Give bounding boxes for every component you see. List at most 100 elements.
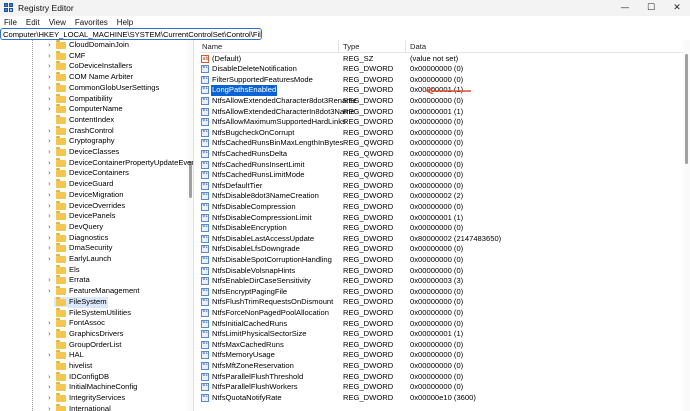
tree-item[interactable]: › DeviceGuard <box>0 179 185 190</box>
maximize-button[interactable]: ☐ <box>638 0 664 16</box>
column-header-data[interactable]: Data <box>410 42 426 51</box>
tree-item[interactable]: › DevicePanels <box>0 211 185 222</box>
chevron-right-icon[interactable]: › <box>48 127 51 135</box>
column-header-name[interactable]: Name <box>202 42 222 51</box>
tree-item[interactable]: › Cryptography <box>0 136 185 147</box>
value-row[interactable]: 0110NtfsCachedRunsBinMaxLengthInBytesREG… <box>199 138 683 149</box>
chevron-right-icon[interactable]: › <box>48 394 51 402</box>
value-row[interactable]: 0110NtfsDisableSpotCorruptionHandling REG… <box>199 255 683 266</box>
value-row[interactable]: 0110NtfsMemoryUsage REG_DWORD 0x00000000 (… <box>199 350 683 361</box>
list-scrollbar[interactable] <box>683 40 690 411</box>
value-row[interactable]: 0110NtfsDisableCompression REG_DWORD 0x000… <box>199 202 683 213</box>
tree-item[interactable]: › CMF <box>0 50 185 62</box>
tree-item[interactable]: › GraphicsDrivers <box>0 328 185 340</box>
value-row[interactable]: 0110NtfsCachedRunsDelta REG_QWORD 0x000000… <box>199 149 683 160</box>
chevron-right-icon[interactable]: › <box>48 137 51 145</box>
column-divider[interactable] <box>338 40 339 52</box>
value-row[interactable]: 0110NtfsDisableLfsDowngrade REG_DWORD 0x00… <box>199 244 683 255</box>
value-row[interactable]: 0110NtfsParallelFlushWorkers REG_DWORD 0x0… <box>199 382 683 393</box>
chevron-right-icon[interactable]: › <box>48 319 51 327</box>
tree-item[interactable]: GroupOrderList <box>0 339 185 351</box>
chevron-right-icon[interactable]: › <box>48 234 51 242</box>
tree-item[interactable]: › International <box>0 403 185 411</box>
value-row[interactable]: 0110NtfsFlushTrimRequestsOnDismount REG_D… <box>199 297 683 308</box>
tree-item[interactable]: › Compatibility <box>0 93 185 105</box>
tree-item[interactable]: › COM Name Arbiter <box>0 72 185 83</box>
value-row[interactable]: 0110NtfsAllowExtendedCharacter8dot3Renam… <box>199 96 683 107</box>
tree-item[interactable]: › DeviceOverrides <box>0 200 185 212</box>
chevron-right-icon[interactable]: › <box>48 244 51 252</box>
chevron-right-icon[interactable]: › <box>48 330 51 338</box>
tree-item[interactable]: › ComputerName <box>0 104 185 115</box>
value-row[interactable]: 0110NtfsDefaultTier REG_DWORD 0x00000000 (… <box>199 181 683 192</box>
value-row[interactable]: 0110NtfsQuotaNotifyRate REG_DWORD 0x00000e… <box>199 393 683 404</box>
tree-item[interactable]: › Diagnostics <box>0 232 185 244</box>
chevron-right-icon[interactable]: › <box>48 95 51 103</box>
menu-view[interactable]: View <box>48 18 67 27</box>
chevron-right-icon[interactable]: › <box>48 180 51 188</box>
chevron-right-icon[interactable]: › <box>48 73 51 81</box>
tree-scrollbar[interactable] <box>187 40 193 411</box>
column-divider[interactable] <box>405 40 406 52</box>
tree-item[interactable]: hivelist <box>0 361 185 372</box>
chevron-right-icon[interactable]: › <box>48 105 51 113</box>
chevron-right-icon[interactable]: › <box>48 383 51 391</box>
tree-item[interactable]: › HAL <box>0 350 185 361</box>
chevron-right-icon[interactable]: › <box>48 287 51 295</box>
value-row[interactable]: 0110NtfsDisableEncryption REG_DWORD 0x0000… <box>199 223 683 234</box>
chevron-right-icon[interactable]: › <box>48 276 51 284</box>
chevron-right-icon[interactable]: › <box>48 351 51 359</box>
key-tree-pane[interactable]: › CloudDomainJoin › CMF › CoDeviceInstallers ›… <box>0 40 194 411</box>
address-bar[interactable]: Computer\HKEY_LOCAL_MACHINE\SYSTEM\Curre… <box>0 28 262 40</box>
tree-item[interactable]: FileSystem <box>0 296 185 308</box>
value-row[interactable]: 0110NtfsDisableCompressionLimit REG_DWORD… <box>199 213 683 224</box>
value-row[interactable]: 0110NtfsDisableLastAccessUpdate REG_DWORD… <box>199 234 683 245</box>
value-row[interactable]: 0110NtfsParallelFlushThreshold REG_DWORD 0… <box>199 372 683 383</box>
chevron-right-icon[interactable]: › <box>48 62 51 70</box>
close-button[interactable]: ✕ <box>664 0 690 16</box>
value-row[interactable]: 0110NtfsForceNonPagedPoolAllocation REG_D… <box>199 308 683 319</box>
tree-item[interactable]: › CoDeviceInstallers <box>0 61 185 72</box>
value-row[interactable]: 0110NtfsAllowExtendedCharacterIn8dot3Nam… <box>199 107 683 118</box>
chevron-right-icon[interactable]: › <box>48 52 51 60</box>
chevron-right-icon[interactable]: › <box>48 373 51 381</box>
tree-item[interactable]: › DeviceContainers <box>0 168 185 179</box>
tree-item[interactable]: › FontAssoc <box>0 318 185 329</box>
value-row[interactable]: 0110NtfsDisable8dot3NameCreation REG_DWOR… <box>199 191 683 202</box>
values-list-pane[interactable]: Name Type Data ab (Default) REG_SZ (value n… <box>199 40 690 411</box>
value-row[interactable]: 0110FilterSupportedFeaturesMode REG_DWORD… <box>199 75 683 86</box>
tree-item[interactable]: › Errata <box>0 275 185 286</box>
menu-favorites[interactable]: Favorites <box>74 18 109 27</box>
chevron-right-icon[interactable]: › <box>48 191 51 199</box>
chevron-right-icon[interactable]: › <box>48 405 51 411</box>
chevron-right-icon[interactable]: › <box>48 84 51 92</box>
value-row[interactable]: 0110NtfsCachedRunsLimitMode REG_QWORD 0x00… <box>199 170 683 181</box>
value-row[interactable]: 0110NtfsMftZoneReservation REG_DWORD 0x000… <box>199 361 683 372</box>
chevron-right-icon[interactable]: › <box>48 202 51 210</box>
value-row[interactable]: 0110NtfsEncryptPagingFile REG_DWORD 0x0000… <box>199 287 683 298</box>
tree-item[interactable]: Els <box>0 264 185 276</box>
tree-item[interactable]: FileSystemUtilities <box>0 307 185 319</box>
tree-item[interactable]: › FeatureManagement <box>0 286 185 297</box>
value-row[interactable]: ab (Default) REG_SZ (value not set) <box>199 54 683 65</box>
minimize-button[interactable]: — <box>612 0 638 16</box>
chevron-right-icon[interactable]: › <box>48 169 51 177</box>
tree-item[interactable]: › EarlyLaunch <box>0 254 185 265</box>
value-row[interactable]: 0110NtfsAllowMaximumSupportedHardLinksRE… <box>199 117 683 128</box>
tree-item[interactable]: › DeviceMigration <box>0 189 185 201</box>
tree-item[interactable]: ContentIndex <box>0 114 185 126</box>
chevron-right-icon[interactable]: › <box>48 148 51 156</box>
value-row[interactable]: 0110NtfsBugcheckOnCorrupt REG_DWORD 0x0000… <box>199 128 683 139</box>
menu-help[interactable]: Help <box>116 18 134 27</box>
value-row[interactable]: 0110NtfsMaxCachedRuns REG_DWORD 0x00000000… <box>199 340 683 351</box>
tree-item[interactable]: › CrashControl <box>0 125 185 137</box>
menu-edit[interactable]: Edit <box>25 18 41 27</box>
tree-item[interactable]: › IntegrityServices <box>0 393 185 404</box>
value-row[interactable]: 0110NtfsEnableDirCaseSensitivity REG_DWOR… <box>199 276 683 287</box>
chevron-right-icon[interactable]: › <box>48 255 51 263</box>
value-row[interactable]: 0110NtfsLimitPhysicalSectorSize REG_DWORD… <box>199 329 683 340</box>
tree-item[interactable]: › DeviceContainerPropertyUpdateEvents <box>0 157 193 169</box>
value-row[interactable]: 0110DisableDeleteNotification REG_DWORD 0x… <box>199 64 683 75</box>
value-row[interactable]: 0110NtfsInitialCachedRuns REG_DWORD 0x0000… <box>199 319 683 330</box>
tree-item[interactable]: › IDConfigDB <box>0 371 185 383</box>
